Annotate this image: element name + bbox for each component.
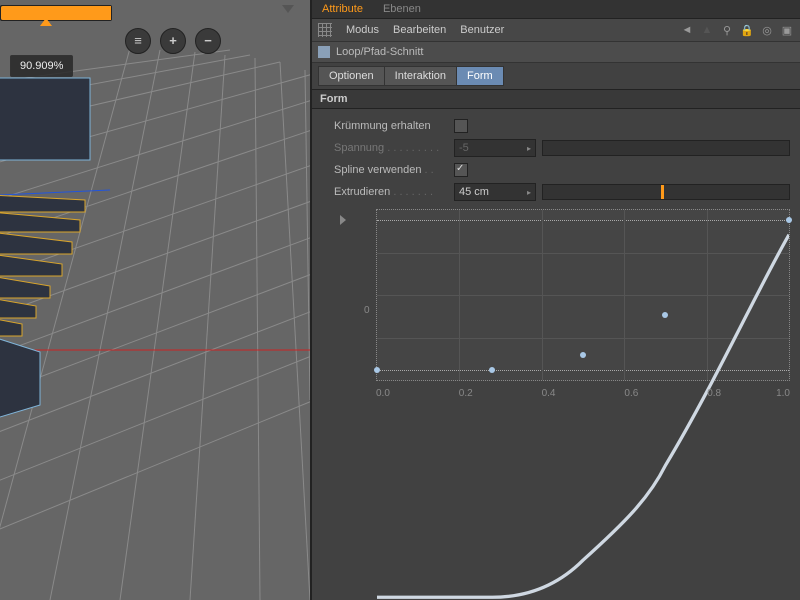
spline-point[interactable]: [489, 367, 495, 373]
tab-ebenen[interactable]: Ebenen: [373, 1, 431, 17]
menu-modus[interactable]: Modus: [346, 24, 379, 36]
nav-back-icon[interactable]: ◄: [680, 23, 694, 37]
input-spannung: -5▸: [454, 139, 536, 157]
lock-icon[interactable]: 🔒: [740, 23, 754, 37]
toolbar-pause-button[interactable]: ≡: [125, 28, 151, 54]
slider-fill: [1, 6, 111, 20]
subtab-optionen[interactable]: Optionen: [318, 66, 385, 86]
x-tick-2: 0.4: [542, 388, 556, 399]
object-header: Loop/Pfad-Schnitt: [312, 42, 800, 63]
y-tick-0: 0: [364, 305, 370, 316]
slider-spannung: [542, 140, 790, 156]
spline-point[interactable]: [662, 312, 668, 318]
panel-tabs: Attribute Ebenen: [312, 0, 800, 19]
spline-curve: [377, 210, 789, 600]
attribute-subtabs: Optionen Interaktion Form: [312, 63, 800, 89]
x-tick-0: 0.0: [376, 388, 390, 399]
timeline-slider[interactable]: [0, 5, 112, 21]
slider-handle-icon[interactable]: [40, 18, 52, 26]
slider-extrudieren[interactable]: [542, 184, 790, 200]
panel-menubar: Modus Bearbeiten Benutzer ◄ ▲ ⚲ 🔒 ◎ ▣: [312, 19, 800, 42]
menu-bearbeiten[interactable]: Bearbeiten: [393, 24, 446, 36]
form-properties: Krümmung erhalten Spannung . . . . . . .…: [312, 109, 800, 409]
spline-point[interactable]: [374, 367, 380, 373]
checkbox-spline[interactable]: [454, 163, 468, 177]
target-icon[interactable]: ◎: [760, 23, 774, 37]
subtab-interaktion[interactable]: Interaktion: [384, 66, 457, 86]
spline-point[interactable]: [786, 217, 792, 223]
input-extrudieren[interactable]: 45 cm▸: [454, 183, 536, 201]
new-tab-icon[interactable]: ▣: [780, 23, 794, 37]
search-icon[interactable]: ⚲: [720, 23, 734, 37]
dropdown-icon[interactable]: [282, 5, 294, 13]
toolbar-zoom-out-button[interactable]: −: [195, 28, 221, 54]
x-tick-5: 1.0: [776, 388, 790, 399]
object-name: Loop/Pfad-Schnitt: [336, 46, 423, 58]
spline-grid[interactable]: [376, 209, 790, 381]
tab-attribute[interactable]: Attribute: [312, 1, 373, 17]
expand-icon[interactable]: [340, 215, 346, 225]
viewport-topbar: ≡ + −: [0, 0, 310, 60]
x-tick-3: 0.6: [624, 388, 638, 399]
percent-badge: 90.909%: [10, 55, 73, 77]
label-kruemmung: Krümmung erhalten: [334, 120, 454, 132]
nav-up-icon[interactable]: ▲: [700, 23, 714, 37]
label-spannung: Spannung . . . . . . . . .: [334, 142, 454, 154]
label-extrudieren: Extrudieren . . . . . . .: [334, 186, 454, 198]
x-tick-1: 0.2: [459, 388, 473, 399]
grid-icon[interactable]: [318, 23, 332, 37]
attributes-panel: Attribute Ebenen Modus Bearbeiten Benutz…: [310, 0, 800, 600]
subtab-form[interactable]: Form: [456, 66, 504, 86]
toolbar-zoom-in-button[interactable]: +: [160, 28, 186, 54]
menu-benutzer[interactable]: Benutzer: [460, 24, 504, 36]
section-header-form: Form: [312, 89, 800, 109]
cube-icon: [318, 46, 330, 58]
spline-editor[interactable]: 0 0.0 0.2 0.4 0.6 0.8 1.0: [334, 209, 790, 409]
x-tick-4: 0.8: [707, 388, 721, 399]
label-spline: Spline verwenden . .: [334, 164, 454, 176]
viewport-scene: [0, 0, 310, 600]
viewport-3d[interactable]: ≡ + − 90.909%: [0, 0, 310, 600]
spline-point[interactable]: [580, 352, 586, 358]
checkbox-kruemmung[interactable]: [454, 119, 468, 133]
